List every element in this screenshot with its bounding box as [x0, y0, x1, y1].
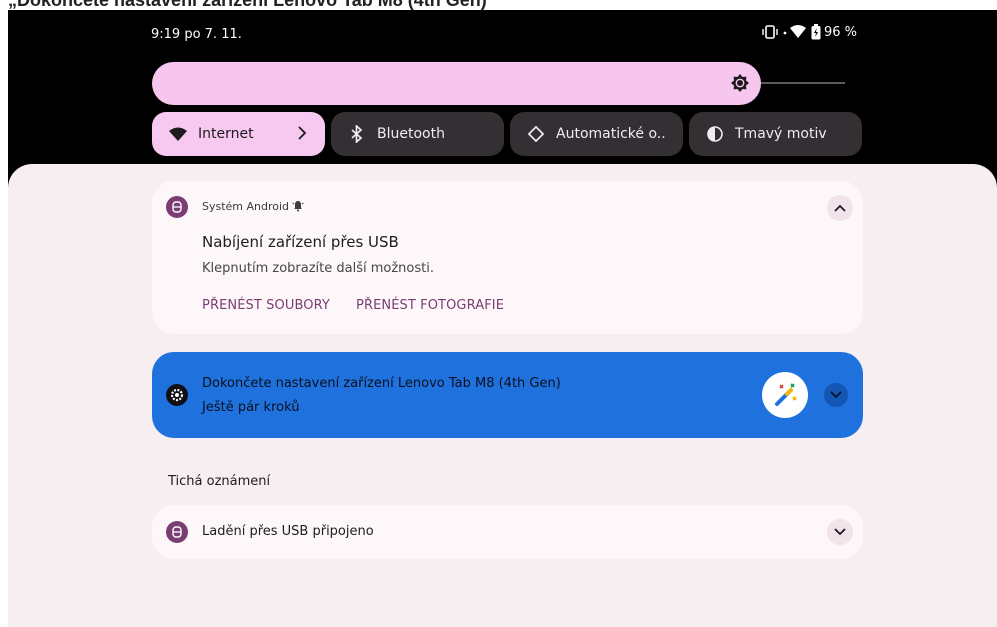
notification-device-setup[interactable]: Dokončete nastavení zařízení Lenovo Tab … — [152, 352, 863, 438]
wifi-icon — [168, 124, 188, 144]
transfer-photos-button[interactable]: PŘENÉST FOTOGRAFIE — [356, 298, 504, 313]
android-system-icon — [166, 521, 188, 543]
notification-title: Ladění přes USB připojeno — [202, 524, 374, 539]
magic-wand-icon — [762, 372, 808, 418]
status-icons: 96 % — [761, 24, 857, 40]
notification-text: Klepnutím zobrazíte další možnosti. — [202, 261, 434, 276]
alert-bell-icon — [292, 199, 304, 217]
status-time: 9:19 po 7. 11. — [151, 27, 242, 42]
settings-gear-icon — [166, 384, 188, 406]
notification-title: Nabíjení zařízení přes USB — [202, 233, 399, 251]
silent-notifications-header: Tichá oznámení — [168, 474, 271, 489]
notification-app-name: Systém Android — [202, 200, 290, 213]
tile-auto-rotate-label: Automatické o.. — [556, 126, 666, 142]
bluetooth-icon — [347, 124, 367, 144]
notification-usb-charging[interactable]: Systém Android Nabíjení zařízení přes US… — [152, 181, 863, 334]
setup-title: Dokončete nastavení zařízení Lenovo Tab … — [202, 376, 561, 391]
tile-internet-label: Internet — [198, 126, 254, 142]
transfer-files-button[interactable]: PŘENÉST SOUBORY — [202, 298, 330, 313]
tile-bluetooth[interactable]: Bluetooth — [331, 112, 504, 156]
tile-dark-theme[interactable]: Tmavý motiv — [689, 112, 862, 156]
collapse-button[interactable] — [827, 195, 853, 221]
notification-shade: 9:19 po 7. 11. 96 % Internet Bluetooth A… — [8, 10, 997, 627]
expand-button[interactable] — [824, 383, 848, 407]
wifi-icon — [782, 24, 808, 40]
setup-subtitle: Ještě pár kroků — [202, 400, 300, 415]
tile-dark-theme-label: Tmavý motiv — [735, 126, 827, 142]
battery-percent: 96 % — [824, 24, 858, 40]
tile-internet[interactable]: Internet — [152, 112, 325, 156]
brightness-slider[interactable] — [152, 62, 761, 105]
battery-icon — [811, 24, 821, 40]
brightness-track[interactable] — [761, 82, 845, 84]
auto-rotate-icon — [526, 124, 546, 144]
android-system-icon — [166, 196, 188, 218]
tile-auto-rotate[interactable]: Automatické o.. — [510, 112, 683, 156]
chevron-right-icon — [297, 125, 307, 145]
brightness-icon — [731, 74, 749, 97]
notification-usb-debugging[interactable]: Ladění přes USB připojeno — [152, 505, 863, 559]
expand-button[interactable] — [827, 519, 853, 545]
tile-bluetooth-label: Bluetooth — [377, 126, 445, 142]
vibrate-icon — [761, 25, 779, 39]
dark-theme-icon — [705, 124, 725, 144]
